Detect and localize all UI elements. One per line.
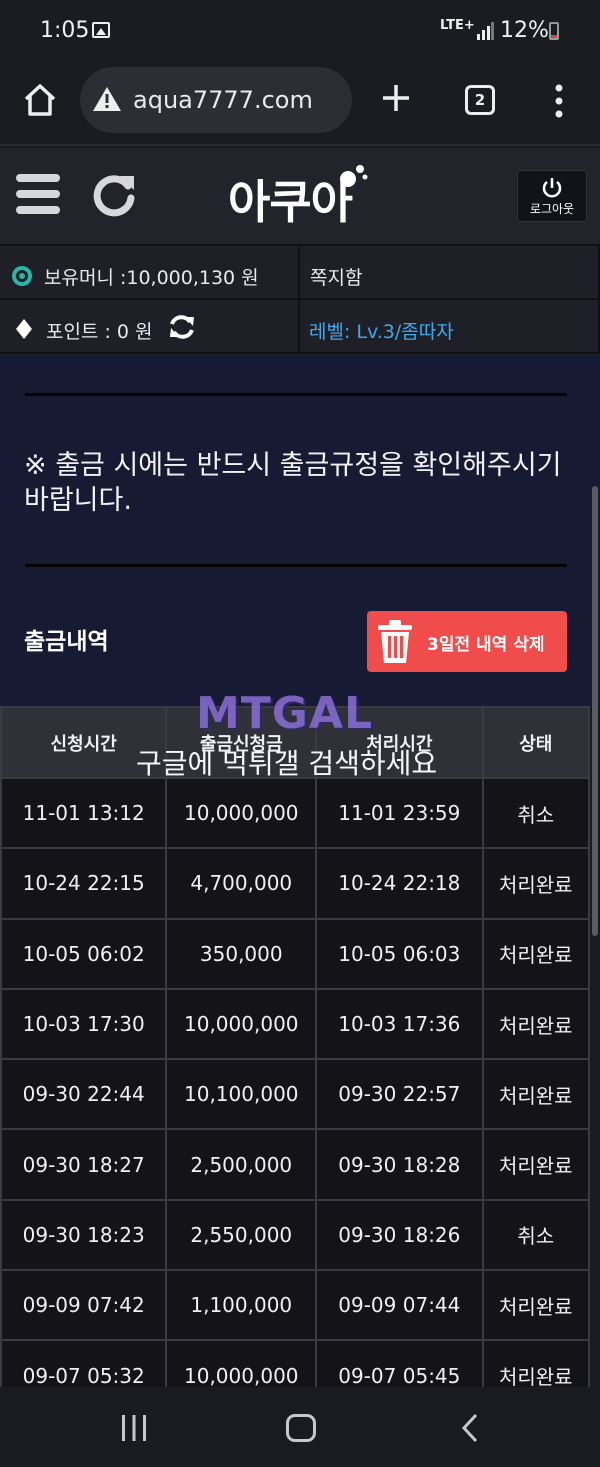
browser-toolbar: aqua7777.com 2 <box>0 64 600 146</box>
url-text[interactable]: aqua7777.com <box>133 86 313 114</box>
request-time: 09-30 18:27 <box>0 1128 168 1201</box>
request-time: 10-05 06:02 <box>0 917 168 990</box>
amount: 350,000 <box>165 917 318 990</box>
warning-icon[interactable] <box>92 85 122 113</box>
level-cell: 레벨: Lv.3/좀따자 <box>300 300 600 354</box>
battery-icon <box>549 22 559 40</box>
diamond-icon <box>16 319 32 339</box>
amount: 2,500,000 <box>165 1128 318 1201</box>
table-row: 10-03 17:30 10,000,000 10-03 17:36 처리완료 <box>0 987 590 1061</box>
withdrawal-content: ※ 출금 시에는 반드시 출금규정을 확인해주시기 바랍니다. 출금내역 3일전… <box>0 356 600 708</box>
header-status: 상태 <box>481 706 590 779</box>
points-refresh-icon[interactable] <box>168 313 196 341</box>
system-nav-bar <box>0 1387 600 1467</box>
status: 처리완료 <box>481 1128 590 1201</box>
money-cell: 보유머니 :10,000,130 원 <box>0 246 300 300</box>
new-tab-icon[interactable] <box>380 82 412 114</box>
request-time: 10-03 17:30 <box>0 987 168 1061</box>
account-info: 보유머니 :10,000,130 원 쪽지함 포인트 : 0 원 레벨: Lv.… <box>0 246 600 356</box>
status: 처리완료 <box>481 847 590 920</box>
back-icon[interactable] <box>460 1413 480 1443</box>
status: 처리완료 <box>481 1058 590 1131</box>
hamburger-menu-icon[interactable] <box>16 172 60 216</box>
amount: 1,100,000 <box>165 1269 318 1342</box>
status: 처리완료 <box>481 987 590 1061</box>
bubble-icon <box>340 165 368 187</box>
request-time: 09-30 18:23 <box>0 1198 168 1272</box>
amount: 10,100,000 <box>165 1058 318 1131</box>
processed-time: 11-01 23:59 <box>315 776 484 850</box>
network-type: LTE+ <box>440 18 475 33</box>
trash-icon <box>378 620 412 663</box>
table-row: 11-01 13:12 10,000,000 11-01 23:59 취소 <box>0 776 590 850</box>
section-title: 출금내역 <box>24 629 109 655</box>
divider-top <box>25 393 567 396</box>
processed-time: 10-24 22:18 <box>315 847 484 920</box>
processed-time: 09-09 07:44 <box>315 1269 484 1342</box>
header-processed-time: 처리시간 <box>315 706 484 779</box>
withdrawal-notice: ※ 출금 시에는 반드시 출금규정을 확인해주시기 바랍니다. <box>24 450 562 516</box>
power-icon <box>542 178 562 198</box>
battery-level: 12% <box>500 18 549 43</box>
amount: 10,000,000 <box>165 987 318 1061</box>
tab-switcher-button[interactable]: 2 <box>465 85 495 115</box>
table-row: 09-30 18:23 2,550,000 09-30 18:26 취소 <box>0 1198 590 1272</box>
home-button-icon[interactable] <box>286 1414 316 1442</box>
table-header-row: 신청시간 출금신청금 처리시간 상태 <box>0 706 590 779</box>
processed-time: 09-30 22:57 <box>315 1058 484 1131</box>
page-scrollbar[interactable] <box>592 486 598 936</box>
withdrawal-history-table: 신청시간 출금신청금 처리시간 상태 11-01 13:12 10,000,000… <box>0 706 590 1412</box>
table-row: 10-05 06:02 350,000 10-05 06:03 처리완료 <box>0 917 590 990</box>
site-logo[interactable]: 아쿠아 <box>228 166 353 232</box>
points-cell: 포인트 : 0 원 <box>0 300 300 354</box>
amount: 10,000,000 <box>165 776 318 850</box>
status: 처리완료 <box>481 1269 590 1342</box>
image-notification-icon <box>92 22 110 38</box>
status-bar: 1:05 LTE+ 12% <box>0 0 600 64</box>
address-bar[interactable]: aqua7777.com <box>80 67 352 133</box>
processed-time: 10-05 06:03 <box>315 917 484 990</box>
messages-link[interactable]: 쪽지함 <box>310 263 362 290</box>
clock: 1:05 <box>40 18 90 43</box>
table-row: 10-24 22:15 4,700,000 10-24 22:18 처리완료 <box>0 847 590 920</box>
processed-time: 09-30 18:26 <box>315 1198 484 1272</box>
header-amount: 출금신청금 <box>165 706 318 779</box>
request-time: 11-01 13:12 <box>0 776 168 850</box>
site-header: 아쿠아 로그아웃 <box>0 148 600 246</box>
processed-time: 09-30 18:28 <box>315 1128 484 1201</box>
delete-history-label: 3일전 내역 삭제 <box>427 635 545 655</box>
user-level: 레벨: Lv.3/좀따자 <box>309 321 454 343</box>
messages-cell[interactable]: 쪽지함 <box>300 246 600 300</box>
table-row: 09-30 22:44 10,100,000 09-30 22:57 처리완료 <box>0 1058 590 1131</box>
table-row: 09-09 07:42 1,100,000 09-09 07:44 처리완료 <box>0 1269 590 1342</box>
signal-icon <box>477 22 494 40</box>
request-time: 09-30 22:44 <box>0 1058 168 1131</box>
logout-button[interactable]: 로그아웃 <box>517 170 587 222</box>
request-time: 09-09 07:42 <box>0 1269 168 1342</box>
status: 취소 <box>481 1198 590 1272</box>
delete-history-button[interactable]: 3일전 내역 삭제 <box>367 611 567 672</box>
refresh-icon[interactable] <box>90 170 138 218</box>
money-balance: 보유머니 :10,000,130 원 <box>44 267 259 289</box>
amount: 4,700,000 <box>165 847 318 920</box>
status: 처리완료 <box>481 917 590 990</box>
table-row: 09-30 18:27 2,500,000 09-30 18:28 처리완료 <box>0 1128 590 1201</box>
more-options-icon[interactable] <box>552 84 566 118</box>
request-time: 10-24 22:15 <box>0 847 168 920</box>
logout-label: 로그아웃 <box>529 202 575 216</box>
points-balance: 포인트 : 0 원 <box>46 321 153 343</box>
divider-bottom <box>25 564 567 567</box>
status: 취소 <box>481 776 590 850</box>
recent-apps-icon[interactable] <box>120 1415 148 1441</box>
processed-time: 10-03 17:36 <box>315 987 484 1061</box>
coin-icon <box>12 266 32 286</box>
header-request-time: 신청시간 <box>0 706 168 779</box>
home-icon[interactable] <box>22 82 58 118</box>
amount: 2,550,000 <box>165 1198 318 1272</box>
